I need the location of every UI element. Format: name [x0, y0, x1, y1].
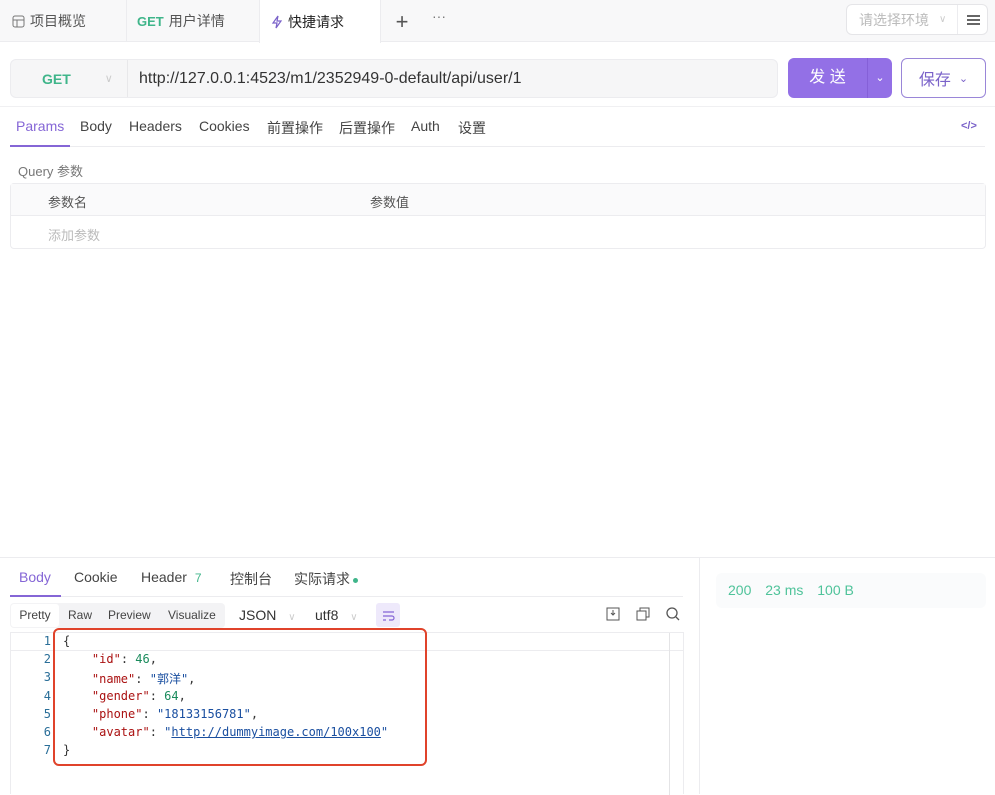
- params-table: 参数名 参数值 添加参数: [10, 183, 986, 249]
- encoding-select[interactable]: utf8 ∨: [315, 607, 358, 623]
- method-select[interactable]: GET ∨: [11, 60, 128, 97]
- line-number: 6: [25, 725, 51, 739]
- search-icon[interactable]: [666, 607, 680, 624]
- tab-auth[interactable]: Auth: [411, 118, 440, 134]
- line-number: 2: [25, 652, 51, 666]
- chevron-down-icon: ∨: [288, 612, 295, 623]
- response-tab-console[interactable]: 控制台: [230, 569, 272, 589]
- response-tab-header[interactable]: Header 7: [141, 569, 202, 585]
- tab-post-processors[interactable]: 后置操作: [339, 118, 395, 138]
- view-preview[interactable]: Preview: [108, 608, 151, 622]
- lightning-icon: [271, 15, 283, 29]
- url-input[interactable]: http://127.0.0.1:4523/m1/2352949-0-defau…: [139, 60, 522, 97]
- status-code: 200: [728, 582, 751, 598]
- menu-icon[interactable]: [957, 5, 988, 34]
- line-number: 4: [25, 689, 51, 703]
- chevron-down-icon: ∨: [105, 72, 113, 85]
- chevron-down-icon: ∨: [939, 14, 946, 25]
- column-header-name: 参数名: [48, 192, 87, 211]
- chevron-down-icon: ⌄: [959, 72, 968, 85]
- line-number: 1: [25, 634, 51, 648]
- tab-label: Header: [141, 569, 187, 585]
- tab-quick-request[interactable]: 快捷请求: [259, 0, 381, 43]
- tab-label: 用户详情: [169, 11, 225, 31]
- response-status-bar: 200 23 ms 100 B: [716, 573, 986, 608]
- method-badge: GET: [137, 14, 164, 29]
- tab-label: 项目概览: [30, 11, 86, 31]
- tab-label: 快捷请求: [288, 12, 344, 32]
- send-button[interactable]: 发 送 ⌄: [788, 58, 892, 98]
- code-icon[interactable]: </>: [961, 120, 977, 132]
- encoding-value: utf8: [315, 607, 338, 623]
- chevron-down-icon[interactable]: ⌄: [868, 58, 892, 98]
- save-button[interactable]: 保存 ⌄: [901, 58, 986, 98]
- divider: [10, 146, 985, 147]
- send-label: 发 送: [788, 58, 868, 98]
- view-pretty[interactable]: Pretty: [11, 604, 59, 627]
- copy-icon[interactable]: [636, 607, 650, 624]
- tab-project-overview[interactable]: 项目概览: [12, 0, 124, 42]
- wrap-lines-icon[interactable]: [376, 603, 400, 627]
- active-tab-indicator: [10, 595, 61, 597]
- format-value: JSON: [239, 607, 276, 623]
- view-raw[interactable]: Raw: [68, 608, 92, 622]
- tab-headers[interactable]: Headers: [129, 118, 182, 134]
- header-count-badge: 7: [195, 571, 202, 585]
- environment-select[interactable]: 请选择环境 ∨: [846, 4, 988, 35]
- tab-user-detail[interactable]: GET 用户详情: [126, 0, 258, 42]
- chevron-down-icon: ∨: [350, 612, 357, 623]
- url-bar: GET ∨ http://127.0.0.1:4523/m1/2352949-0…: [10, 59, 778, 98]
- format-select[interactable]: JSON ∨: [239, 607, 296, 623]
- divider: [10, 596, 683, 597]
- line-number: 7: [25, 743, 51, 757]
- tab-pre-processors[interactable]: 前置操作: [267, 118, 323, 138]
- tab-body[interactable]: Body: [80, 118, 112, 134]
- scrollbar[interactable]: [669, 633, 670, 795]
- vertical-divider: [699, 557, 700, 794]
- view-visualize[interactable]: Visualize: [168, 608, 216, 622]
- tab-label: 实际请求: [294, 571, 350, 587]
- response-size: 100 B: [817, 582, 854, 598]
- method-value: GET: [42, 71, 71, 87]
- divider: [0, 106, 995, 107]
- panel-divider: [0, 557, 995, 558]
- line-number: 3: [25, 670, 51, 684]
- status-dot: [353, 578, 358, 583]
- response-time: 23 ms: [765, 582, 803, 598]
- tab-settings[interactable]: 设置: [458, 118, 486, 138]
- query-params-title: Query 参数: [18, 161, 83, 180]
- table-header: 参数名 参数值: [11, 184, 985, 216]
- layout-icon: [12, 15, 25, 28]
- more-icon[interactable]: ···: [432, 8, 446, 24]
- tab-cookies[interactable]: Cookies: [199, 118, 250, 134]
- download-icon[interactable]: [606, 607, 620, 624]
- add-param-input[interactable]: 添加参数: [48, 225, 100, 244]
- column-header-value: 参数值: [370, 192, 409, 211]
- line-number: 5: [25, 707, 51, 721]
- response-tab-cookie[interactable]: Cookie: [74, 569, 118, 585]
- active-tab-indicator: [10, 145, 70, 147]
- add-tab-icon[interactable]: +: [392, 12, 412, 32]
- save-label: 保存: [919, 66, 951, 90]
- view-mode-group: Pretty Raw Preview Visualize: [10, 603, 225, 628]
- tab-params[interactable]: Params: [16, 118, 64, 134]
- response-tab-body[interactable]: Body: [19, 569, 51, 585]
- highlight-box: [53, 628, 427, 766]
- response-tab-actual-request[interactable]: 实际请求: [294, 569, 358, 589]
